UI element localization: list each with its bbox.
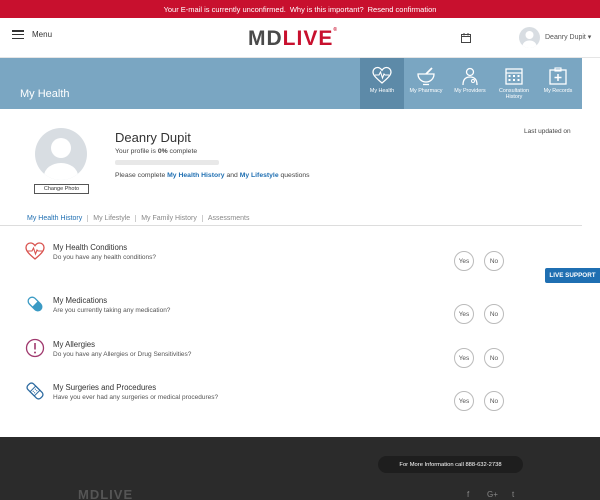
question-surgeries: My Surgeries and Procedures Have you eve… (25, 381, 505, 411)
nav-my-providers[interactable]: My Providers (448, 58, 492, 109)
nav-consultation-history[interactable]: Consultation History (492, 58, 536, 109)
resend-confirmation-link[interactable]: Resend confirmation (368, 5, 437, 14)
no-button[interactable]: No (484, 251, 504, 271)
twitter-icon[interactable]: t (512, 490, 514, 499)
question-description: Have you ever had any surgeries or medic… (53, 394, 219, 401)
last-updated-label: Last updated on (524, 128, 571, 135)
question-allergies: My Allergies Do you have any Allergies o… (25, 338, 505, 368)
health-tabs: My Health History My Lifestyle My Family… (27, 215, 254, 222)
menu-button[interactable]: Menu (12, 30, 52, 39)
profile-progress-bar (115, 160, 219, 165)
google-plus-icon[interactable]: G+ (487, 490, 498, 499)
mdlive-logo[interactable]: MDLIVE® (248, 27, 338, 51)
person-silhouette-icon (44, 138, 78, 180)
profile-name: Deanry Dupit (115, 130, 191, 145)
question-title: My Allergies (53, 340, 96, 349)
top-bar: Menu MDLIVE® Deanry Dupit ▾ (0, 18, 600, 58)
nav-my-pharmacy[interactable]: My Pharmacy (404, 58, 448, 109)
calendar-grid-icon (505, 68, 523, 85)
stethoscope-icon (462, 67, 478, 86)
why-important-link[interactable]: Why is this important? (290, 5, 364, 14)
yes-button[interactable]: Yes (454, 348, 474, 368)
question-description: Do you have any health conditions? (53, 254, 156, 261)
pill-icon (27, 296, 43, 312)
my-health-history-link[interactable]: My Health History (167, 172, 224, 179)
yes-button[interactable]: Yes (454, 304, 474, 324)
calendar-icon[interactable] (461, 33, 471, 43)
yes-button[interactable]: Yes (454, 391, 474, 411)
nav-my-records[interactable]: My Records (536, 58, 580, 109)
tab-my-health-history[interactable]: My Health History (27, 215, 87, 222)
hamburger-icon (12, 30, 24, 39)
page-title: My Health (20, 88, 70, 100)
health-nav: My Health My Pharmacy My Providers Consu… (360, 58, 580, 109)
heart-pulse-icon (372, 66, 392, 84)
heart-pulse-icon (25, 242, 45, 260)
live-support-button[interactable]: LIVE SUPPORT (545, 268, 600, 283)
no-button[interactable]: No (484, 348, 504, 368)
yes-button[interactable]: Yes (454, 251, 474, 271)
question-title: My Surgeries and Procedures (53, 383, 157, 392)
change-photo-button[interactable]: Change Photo (34, 184, 89, 194)
profile-completion-status: Your profile is 0% complete (115, 148, 198, 155)
mortar-pestle-icon (417, 67, 435, 86)
tab-my-family-history[interactable]: My Family History (135, 215, 202, 222)
nav-my-health[interactable]: My Health (360, 58, 404, 109)
question-medications: My Medications Are you currently taking … (25, 294, 505, 324)
footer-logo: MDLIVE (78, 487, 134, 500)
facebook-icon[interactable]: f (467, 490, 469, 499)
user-name-dropdown[interactable]: Deanry Dupit ▾ (545, 33, 591, 41)
tab-divider (0, 225, 582, 226)
complete-profile-message: Please complete My Health History and My… (115, 172, 310, 179)
question-title: My Health Conditions (53, 243, 128, 252)
my-health-header: My Health My Health My Pharmacy My Provi (0, 58, 582, 109)
my-lifestyle-link[interactable]: My Lifestyle (240, 172, 279, 179)
email-unconfirmed-banner: Your E-mail is currently unconfirmed. Wh… (0, 0, 600, 18)
no-button[interactable]: No (484, 391, 504, 411)
question-health-conditions: My Health Conditions Do you have any hea… (25, 241, 505, 271)
tab-assessments[interactable]: Assessments (201, 215, 255, 222)
person-silhouette-icon (522, 31, 537, 48)
profile-photo (35, 128, 87, 180)
tab-my-lifestyle[interactable]: My Lifestyle (87, 215, 135, 222)
question-title: My Medications (53, 296, 108, 305)
footer: For More Information call 888-632-2738 M… (0, 437, 600, 500)
no-button[interactable]: No (484, 304, 504, 324)
bandage-icon (26, 382, 44, 400)
menu-label: Menu (32, 30, 53, 39)
question-description: Are you currently taking any medication? (53, 307, 171, 314)
banner-message: Your E-mail is currently unconfirmed. (163, 4, 286, 14)
alert-icon (25, 338, 45, 358)
footer-contact-info: For More Information call 888-632-2738 (378, 456, 523, 473)
question-description: Do you have any Allergies or Drug Sensit… (53, 351, 192, 358)
records-icon (549, 67, 567, 85)
page-scrollbar[interactable] (582, 58, 600, 437)
user-avatar[interactable] (519, 27, 540, 48)
